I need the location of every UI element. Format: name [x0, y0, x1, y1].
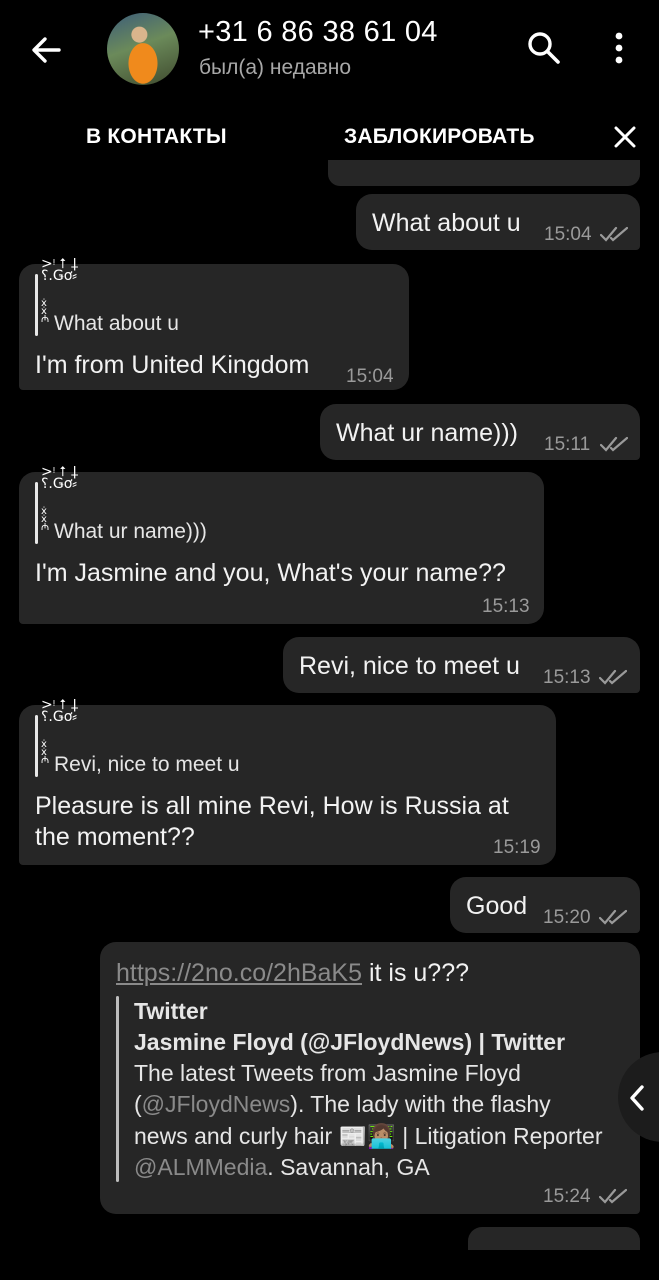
message-text: What ur name))) — [336, 419, 518, 447]
search-icon[interactable] — [526, 30, 562, 66]
reply-quote-text: What ur name))) — [54, 520, 207, 543]
message-link-suffix: it is u??? — [362, 959, 470, 987]
message-text: I'm Jasmine and you, What's your name?? — [35, 559, 506, 587]
message-text-line-2: the moment?? — [35, 823, 195, 851]
link-preview-desc-line-2: (@JFloydNews). The lady with the flashy — [134, 1091, 551, 1117]
link-preview-desc-line-3: news and curly hair 📰👩🏽‍💻 | Litigation R… — [134, 1123, 603, 1149]
chat-header: +31 6 86 38 61 04 был(а) недавно — [0, 0, 659, 98]
link-preview-bar — [116, 996, 119, 1182]
message-text: Revi, nice to meet u — [299, 652, 520, 680]
message-time: 15:13 — [543, 667, 591, 688]
message-bubble-outgoing[interactable]: What about u 15:04 — [356, 194, 640, 250]
close-icon[interactable] — [612, 124, 638, 150]
chat-title[interactable]: +31 6 86 38 61 04 — [198, 16, 438, 49]
message-bubble-outgoing-link[interactable]: https://2no.co/2hBaK5 it is u??? Twitter… — [100, 942, 640, 1214]
link-preview-site[interactable]: Twitter — [134, 996, 208, 1027]
message-time: 15:19 — [493, 837, 541, 858]
message-text: I'm from United Kingdom — [35, 351, 310, 379]
reply-quote-bar — [35, 715, 38, 777]
last-seen-status: был(а) недавно — [199, 56, 352, 79]
message-time: 15:04 — [346, 366, 394, 387]
link-preview-desc-rest: ). The lady with the flashy — [290, 1091, 551, 1117]
message-bubble-incoming[interactable]: >ᵎ ⭡ ⸸ ⸮.Ǥơ⸗ ẋ ẋ ₼ Revi, nice to meet u Ple… — [19, 698, 556, 865]
reply-quote-text: Revi, nice to meet u — [54, 753, 240, 776]
message-time: 15:11 — [544, 434, 591, 455]
message-text: https://2no.co/2hBaK5 it is u??? — [116, 958, 469, 989]
sender-glyph-column: ẋ ẋ ₼ — [41, 506, 50, 533]
block-button[interactable]: ЗАБЛОКИРОВАТЬ — [344, 125, 535, 149]
link-preview-desc-line-4: @ALMMedia. Savannah, GA — [134, 1152, 430, 1183]
add-contact-button[interactable]: В КОНТАКТЫ — [86, 125, 227, 149]
sender-name-decorative: >ᵎ ⭡ ⸸ ⸮.Ǥơ⸗ — [41, 464, 79, 492]
reply-quote-bar — [35, 274, 38, 336]
link-preview-location: . Savannah, GA — [267, 1154, 430, 1180]
message-bubble-outgoing[interactable]: What ur name))) 15:11 — [320, 404, 640, 460]
chevron-left-icon — [630, 1085, 644, 1111]
message-bubble-partial — [328, 160, 640, 186]
message-time: 15:13 — [482, 596, 530, 617]
read-checkmarks-icon — [599, 909, 627, 925]
message-input-bar[interactable] — [0, 1250, 659, 1280]
message-bubble-incoming[interactable]: >ᵎ ⭡ ⸸ ⸮.Ǥơ⸗ ẋ ẋ ₼ What ur name))) I'm Jasm… — [19, 465, 544, 624]
message-text: What about u — [372, 209, 521, 237]
message-time: 15:04 — [544, 224, 592, 245]
read-checkmarks-icon — [600, 226, 628, 242]
message-bubble-incoming[interactable]: >ᵎ ⭡ ⸸ ⸮.Ǥơ⸗ ẋ ẋ ₼ What about u I'm from Un… — [19, 257, 409, 390]
message-time: 15:24 — [543, 1186, 591, 1207]
sender-glyph-column: ẋ ẋ ₼ — [41, 298, 50, 325]
reply-quote-text: What about u — [54, 312, 179, 335]
sender-glyph-column: ẋ ẋ ₼ — [41, 739, 50, 766]
link-preview-handle[interactable]: @JFloydNews — [142, 1091, 291, 1117]
read-checkmarks-icon — [600, 436, 628, 452]
message-text: Good — [466, 892, 528, 920]
link-preview-desc-line-1: The latest Tweets from Jasmine Floyd — [134, 1060, 521, 1086]
read-checkmarks-icon — [599, 1188, 627, 1204]
message-bubble-outgoing[interactable]: Revi, nice to meet u 15:13 — [283, 637, 640, 693]
link-preview-mention[interactable]: @ALMMedia — [134, 1154, 267, 1180]
reply-quote-bar — [35, 482, 38, 544]
sender-name-decorative: >ᵎ ⭡ ⸸ ⸮.Ǥơ⸗ — [41, 697, 79, 725]
back-arrow-icon[interactable] — [26, 30, 66, 70]
link-preview-title[interactable]: Jasmine Floyd (@JFloydNews) | Twitter — [134, 1027, 565, 1058]
message-bubble-outgoing[interactable]: Good 15:20 — [450, 877, 640, 933]
message-text-line-1: Pleasure is all mine Revi, How is Russia… — [35, 792, 509, 820]
avatar[interactable] — [107, 13, 179, 85]
message-time: 15:20 — [543, 907, 591, 928]
more-vertical-icon[interactable] — [605, 30, 633, 66]
sender-name-decorative: >ᵎ ⭡ ⸸ ⸮.Ǥơ⸗ — [41, 256, 79, 284]
read-checkmarks-icon — [599, 669, 627, 685]
message-link[interactable]: https://2no.co/2hBaK5 — [116, 959, 362, 987]
